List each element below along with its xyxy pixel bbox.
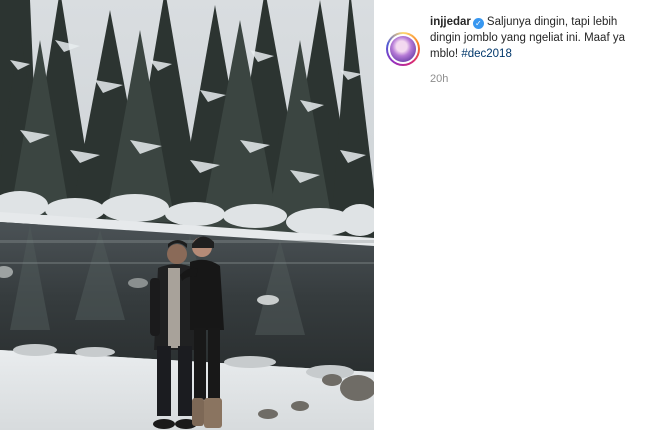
avatar-ring-gap	[388, 34, 418, 64]
hashtag-link[interactable]: #dec2018	[461, 48, 512, 60]
post-sidebar: injjedar ✓ Saljunya dingin, tapi lebih din…	[374, 0, 650, 430]
username-link[interactable]: injjedar	[430, 16, 471, 28]
post-photo[interactable]	[0, 0, 374, 430]
avatar-image	[390, 36, 416, 62]
post-caption: injjedar ✓ Saljunya dingin, tapi lebih din…	[430, 14, 638, 62]
post-timestamp[interactable]: 20h	[430, 73, 448, 85]
verified-badge-icon: ✓	[472, 18, 484, 29]
user-avatar[interactable]	[386, 32, 420, 66]
